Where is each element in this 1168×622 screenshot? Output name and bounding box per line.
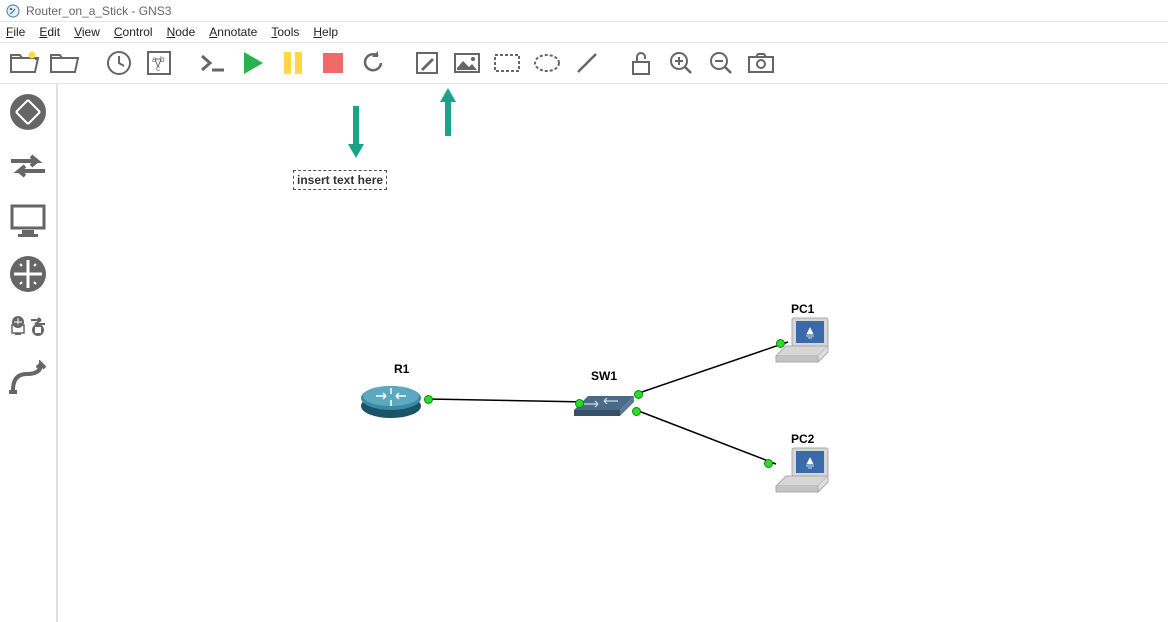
zoom-out-button[interactable] [704,46,738,80]
port-pc2 [764,459,773,468]
clock-icon [106,50,132,76]
draw-rectangle-button[interactable] [490,46,524,80]
add-link-button[interactable] [6,356,50,400]
link-icon [7,360,49,396]
menu-help[interactable]: Help [313,25,338,39]
menu-view[interactable]: View [74,25,100,39]
all-devices-icon-c [9,323,27,337]
window-title: Router_on_a_Stick - GNS3 [26,4,171,18]
start-all-button[interactable] [236,46,270,80]
node-label-pc2[interactable]: PC2 [791,432,814,446]
menu-bar: File Edit View Control Node Annotate Too… [0,22,1168,42]
switches-button[interactable] [6,144,50,188]
all-devices-button[interactable] [6,306,50,338]
pause-icon [282,50,304,76]
menu-edit[interactable]: Edit [39,25,60,39]
arrow-annotation-1 [338,102,378,162]
svg-text:c: c [156,64,160,73]
reload-icon [360,50,386,76]
reload-all-button[interactable] [356,46,390,80]
rectangle-icon [493,53,521,73]
folder-open-icon [50,51,80,75]
title-bar: Router_on_a_Stick - GNS3 [0,0,1168,22]
labels-icon: abc [146,50,172,76]
arrow-annotation-2 [433,88,463,138]
add-note-button[interactable] [410,46,444,80]
app-icon [6,4,20,18]
console-icon [200,52,226,74]
monitor-icon [8,202,48,238]
console-all-button[interactable] [196,46,230,80]
links-layer [58,84,1158,622]
text-annotation[interactable]: insert text here [293,170,387,190]
note-icon [414,50,440,76]
line-icon [574,50,600,76]
routers-button[interactable] [6,90,50,134]
node-label-r1[interactable]: R1 [394,362,409,376]
menu-annotate[interactable]: Annotate [209,25,257,39]
port-sw1-topright [634,390,643,399]
port-sw1-bottomright [632,407,641,416]
picture-icon [453,52,481,74]
router-category-icon [8,92,48,132]
pc-node-pc2[interactable] [772,446,834,498]
router-node-r1[interactable] [358,378,424,420]
screenshot-button[interactable] [744,46,778,80]
snapshot-button[interactable] [102,46,136,80]
menu-file[interactable]: File [6,25,25,39]
end-devices-button[interactable] [6,198,50,242]
zoom-in-button[interactable] [664,46,698,80]
camera-icon [747,52,775,74]
folder-new-icon [10,51,40,75]
menu-tools[interactable]: Tools [271,25,299,39]
port-pc1 [776,339,785,348]
open-project-button[interactable] [48,46,82,80]
ellipse-icon [533,53,561,73]
draw-ellipse-button[interactable] [530,46,564,80]
play-icon [241,50,265,76]
unlock-icon [629,50,653,76]
draw-line-button[interactable] [570,46,604,80]
insert-picture-button[interactable] [450,46,484,80]
node-label-pc1[interactable]: PC1 [791,302,814,316]
menu-control[interactable]: Control [114,25,153,39]
port-r1 [424,395,433,404]
show-labels-button[interactable]: abc [142,46,176,80]
port-sw1-left [575,399,584,408]
security-icon [8,254,48,294]
topology-canvas[interactable]: insert text here R1 SW1 PC1 [58,84,1168,622]
zoom-in-icon [668,50,694,76]
zoom-out-icon [708,50,734,76]
stop-all-button[interactable] [316,46,350,80]
device-toolbar [0,84,58,622]
main-toolbar: abc [0,42,1168,84]
all-devices-icon-d [29,323,47,337]
switch-category-icon [7,151,49,181]
stop-icon [321,51,345,75]
new-project-button[interactable] [8,46,42,80]
node-label-sw1[interactable]: SW1 [591,369,617,383]
pause-all-button[interactable] [276,46,310,80]
security-devices-button[interactable] [6,252,50,296]
lock-items-button[interactable] [624,46,658,80]
menu-node[interactable]: Node [167,25,196,39]
